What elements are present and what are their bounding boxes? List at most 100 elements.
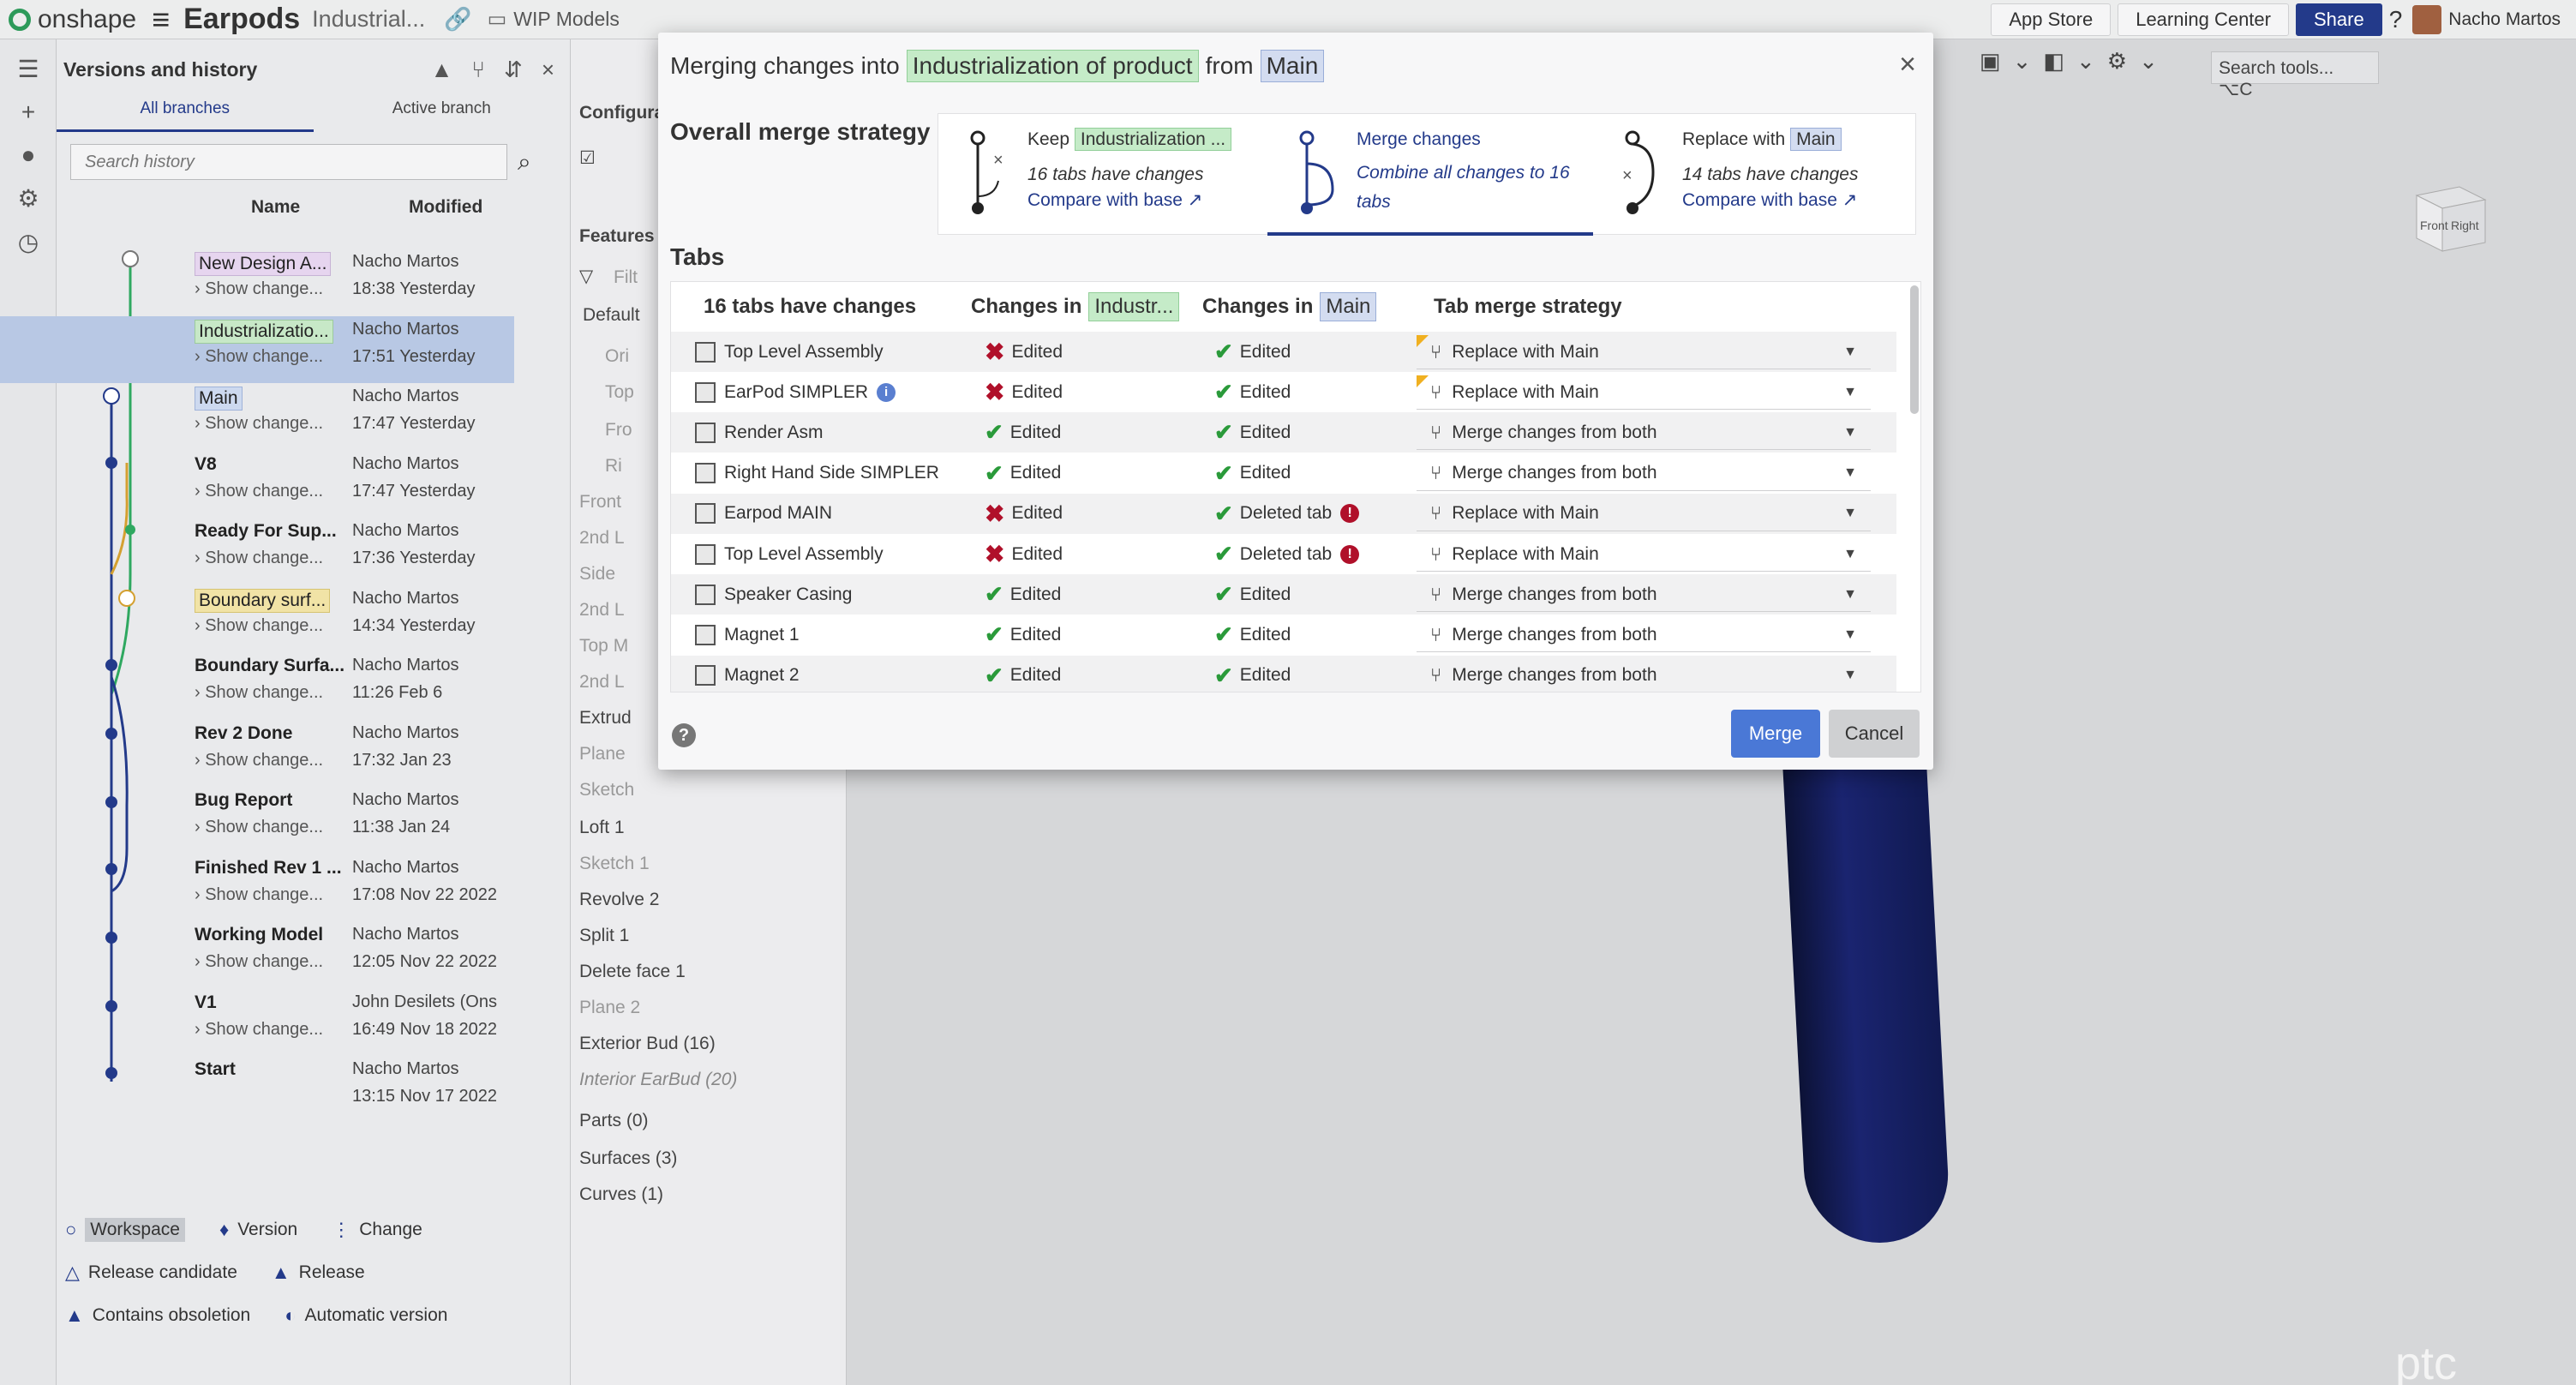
show-changes-toggle[interactable]: › Show change... [195,751,323,770]
show-changes-toggle[interactable]: › Show change... [195,683,323,703]
feature-item[interactable]: Curves (1) [579,1184,663,1205]
show-changes-toggle[interactable]: › Show change... [195,616,323,636]
version-row[interactable]: Bug Report › Show change... Nacho Martos 11… [195,787,572,854]
warning-icon[interactable]: ! [1340,544,1360,564]
version-name[interactable]: Boundary surf... [195,588,331,613]
search-icon[interactable]: ⌕ [518,148,531,177]
version-row[interactable]: Working Model › Show change... Nacho Marto… [195,921,572,988]
dropdown-arrow-icon[interactable]: ▼ [1843,547,1857,562]
dropdown-arrow-icon[interactable]: ▼ [1843,627,1857,643]
user-name[interactable]: Nacho Martos [2448,9,2561,30]
tab-merge-strategy-select[interactable]: ⑂ Replace with Main ▼ [1417,335,1871,369]
search-tools-input[interactable]: Search tools... ⌥C [2211,51,2379,99]
version-node[interactable] [105,932,117,944]
branch-icon[interactable]: ⑂ [471,57,485,83]
version-row[interactable]: Boundary Surfa... › Show change... Nacho M… [195,652,572,719]
version-node[interactable] [105,863,117,875]
feature-list-icon[interactable]: ☰ [0,55,57,83]
version-node[interactable] [105,728,117,740]
merge-icon[interactable]: ⇵ [504,57,523,83]
compare-with-base-link[interactable]: Compare with base ↗ [1027,189,1202,211]
feature-item[interactable]: Sketch [579,780,634,800]
close-icon[interactable]: × [1899,48,1916,81]
version-row[interactable]: Finished Rev 1 ... › Show change... Nacho … [195,854,572,921]
dropdown-arrow-icon[interactable]: ▼ [1843,385,1857,400]
filter-input[interactable]: Filt [614,267,638,288]
feature-item[interactable]: Parts (0) [579,1111,649,1131]
version-name[interactable]: Start [195,1059,236,1080]
workspace-node[interactable] [118,590,135,607]
feature-item[interactable]: Default [583,305,640,326]
feature-item[interactable]: Delete face 1 [579,962,686,982]
show-changes-toggle[interactable]: › Show change... [195,549,323,568]
feature-item[interactable]: Surfaces (3) [579,1148,677,1169]
feature-item[interactable]: 2nd L [579,528,625,549]
tab-merge-strategy-select[interactable]: ⑂ Merge changes from both ▼ [1417,659,1871,692]
history-search-input[interactable] [70,144,507,180]
strategy-replace[interactable]: × Replace with Main 14 tabs have changes… [1593,114,1917,236]
tab-merge-strategy-select[interactable]: ⑂ Replace with Main ▼ [1417,537,1871,572]
app-store-button[interactable]: App Store [1991,3,2112,36]
close-icon[interactable]: × [542,57,554,83]
comments-icon[interactable]: ● [0,141,57,169]
dropdown-arrow-icon[interactable]: ▼ [1843,345,1857,360]
version-node[interactable] [105,659,117,671]
version-row[interactable]: Industrializatio... › Show change... Nacho… [0,315,514,383]
tab-merge-strategy-select[interactable]: ⑂ Merge changes from both ▼ [1417,457,1871,491]
strategy-keep[interactable]: × Keep Industrialization ... 16 tabs hav… [938,114,1278,236]
version-name[interactable]: Working Model [195,925,323,945]
version-name[interactable]: Main [195,387,243,411]
version-name[interactable]: V1 [195,992,217,1013]
chevron-down-icon[interactable]: ⌄ [2013,48,2032,75]
hamburger-menu-icon[interactable]: ≡ [152,2,170,38]
version-row[interactable]: V1 › Show change... John Desilets (Ons 16:4… [195,989,572,1056]
create-version-icon[interactable]: ▲ [431,57,453,83]
show-changes-toggle[interactable]: › Show change... [195,1020,323,1040]
show-changes-toggle[interactable]: › Show change... [195,482,323,501]
tab-all-branches[interactable]: All branches [57,99,314,132]
show-changes-toggle[interactable]: › Show change... [195,414,323,434]
feature-item[interactable]: Ri [605,456,622,477]
feature-item[interactable]: Top M [579,636,628,657]
version-name[interactable]: Industrializatio... [195,319,333,344]
version-row[interactable]: Main › Show change... Nacho Martos 17:47 Ye… [195,383,572,450]
version-name[interactable]: Ready For Sup... [195,521,337,542]
show-changes-toggle[interactable]: › Show change... [195,347,323,367]
view-cube[interactable]: Front Right [2399,161,2502,264]
version-row[interactable]: Boundary surf... › Show change... Nacho Ma… [195,585,572,652]
version-row[interactable]: Rev 2 Done › Show change... Nacho Martos 17… [195,720,572,787]
version-name[interactable]: Bug Report [195,790,292,811]
version-row[interactable]: New Design A... › Show change... Nacho Mar… [195,249,572,315]
history-icon[interactable]: ◷ [0,228,57,256]
show-changes-toggle[interactable]: › Show change... [195,885,323,905]
chevron-down-icon[interactable]: ⌄ [2139,48,2158,75]
share-button[interactable]: Share [2295,3,2382,36]
merge-button[interactable]: Merge [1731,710,1820,758]
tab-merge-strategy-select[interactable]: ⑂ Merge changes from both ▼ [1417,416,1871,451]
configurations-header[interactable]: Configura [579,103,664,123]
dropdown-arrow-icon[interactable]: ▼ [1843,465,1857,481]
feature-item[interactable]: Loft 1 [579,818,625,838]
feature-item[interactable]: Split 1 [579,926,629,946]
version-node[interactable] [105,1067,117,1079]
feature-item[interactable]: Sketch 1 [579,854,650,874]
table-scrollbar[interactable] [1910,285,1919,414]
version-name[interactable]: Boundary Surfa... [195,656,344,676]
dropdown-arrow-icon[interactable]: ▼ [1843,506,1857,521]
strategy-merge[interactable]: Merge changes Combine all changes to 16 … [1267,114,1593,236]
version-node[interactable] [105,1000,117,1012]
checkbox-icon[interactable]: ☑ [579,147,596,169]
feature-item[interactable]: Ori [605,346,629,367]
link-icon[interactable]: 🔗 [444,6,471,33]
feature-item[interactable]: Front [579,492,621,513]
version-name[interactable]: Finished Rev 1 ... [195,858,342,878]
gear-icon[interactable]: ⚙ [2107,48,2127,75]
tab-active-branch[interactable]: Active branch [314,99,571,132]
feature-item[interactable]: Plane [579,744,626,764]
help-icon[interactable]: ? [2389,6,2403,33]
folder-name[interactable]: WIP Models [513,8,620,31]
feature-item[interactable]: Fro [605,420,632,441]
insert-icon[interactable]: + [0,99,57,126]
info-icon[interactable]: i [877,382,896,402]
version-name[interactable]: V8 [195,454,217,475]
